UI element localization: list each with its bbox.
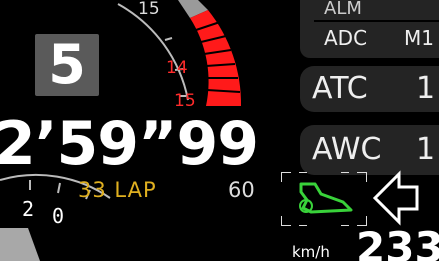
awc-panel: AWC 1 bbox=[300, 125, 439, 175]
lap-value: 60 bbox=[228, 178, 255, 202]
dashboard-display: 15 14 15 5 2’59”99 2 0 33 LAP 60 ALM ADC… bbox=[0, 0, 439, 261]
track-frame bbox=[281, 172, 367, 226]
adc-divider bbox=[314, 20, 439, 22]
atc-value: 1 bbox=[416, 71, 436, 106]
gear-indicator: 5 bbox=[35, 34, 99, 96]
awc-value: 1 bbox=[416, 132, 436, 167]
speed-unit: km/h bbox=[292, 243, 330, 261]
tach-label-15: 15 bbox=[174, 91, 196, 111]
alm-label: ALM bbox=[324, 0, 362, 19]
tach-label-top: 15 bbox=[138, 0, 160, 19]
atc-label: ATC bbox=[312, 71, 368, 106]
lap-time: 2’59”99 bbox=[0, 109, 259, 179]
tach-label-14: 14 bbox=[166, 58, 188, 78]
secondary-gauge-label-2: 2 bbox=[22, 197, 35, 221]
adc-panel: ALM ADC M1 bbox=[300, 0, 439, 58]
left-arrow-icon bbox=[373, 170, 419, 226]
speed-value: 233 bbox=[356, 223, 439, 261]
track-map-icon bbox=[281, 172, 367, 226]
adc-value: M1 bbox=[404, 26, 434, 50]
secondary-gauge-fill bbox=[0, 228, 40, 261]
secondary-gauge-label-0: 0 bbox=[52, 204, 65, 228]
track-outline bbox=[299, 182, 353, 214]
gear-number: 5 bbox=[48, 33, 86, 96]
lap-counter: 33 LAP bbox=[78, 178, 157, 202]
atc-panel: ATC 1 bbox=[300, 66, 439, 112]
adc-label: ADC bbox=[324, 26, 368, 50]
awc-label: AWC bbox=[312, 132, 382, 167]
